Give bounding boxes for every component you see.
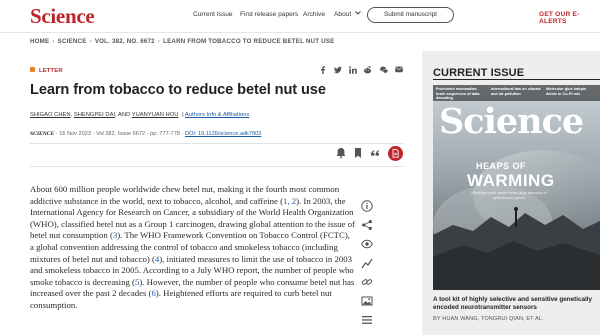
breadcrumb-current: LEARN FROM TOBACCO TO REDUCE BETEL NUT U… bbox=[163, 38, 335, 45]
cover-headline-1: HEAPS OF bbox=[476, 161, 527, 171]
page-range: pp. 777-778 bbox=[150, 131, 180, 137]
breadcrumb-home[interactable]: HOME bbox=[30, 38, 49, 45]
pdf-icon bbox=[392, 149, 399, 158]
author-link[interactable]: YUANYUAN HOU bbox=[132, 112, 179, 118]
issue-cover[interactable]: Prominent mammalian brain sequences of d… bbox=[433, 85, 600, 290]
cover-caption[interactable]: A tool kit of highly selective and sensi… bbox=[433, 296, 598, 312]
current-issue-heading: CURRENT ISSUE bbox=[433, 67, 525, 79]
bell-icon[interactable] bbox=[334, 146, 348, 160]
share-icon[interactable] bbox=[361, 219, 373, 231]
cover-teaser-2: International law on climate and air-pol… bbox=[491, 87, 541, 96]
twitter-icon[interactable] bbox=[334, 66, 342, 74]
bookmark-icon[interactable] bbox=[351, 146, 365, 160]
breadcrumb-separator: › bbox=[52, 38, 55, 45]
nav-about[interactable]: About bbox=[334, 11, 361, 18]
cover-masthead: Science bbox=[439, 101, 584, 142]
breadcrumb: HOME › SCIENCE › VOL. 382, NO. 6672 › LEARN FR… bbox=[30, 38, 334, 45]
authors-and: AND bbox=[117, 112, 131, 118]
meta-divider-top bbox=[30, 143, 404, 144]
breadcrumb-volume[interactable]: VOL. 382, NO. 6672 bbox=[95, 38, 155, 45]
nav-first-release[interactable]: First release papers bbox=[240, 11, 298, 18]
breadcrumb-separator: › bbox=[89, 38, 92, 45]
cover-authors: BY HUAN WANG, TONGRUI QIAN, ET AL. bbox=[433, 316, 544, 322]
header-divider bbox=[0, 32, 600, 33]
article-title: Learn from tobacco to reduce betel nut u… bbox=[30, 82, 326, 98]
nav-about-label: About bbox=[334, 11, 352, 18]
reddit-icon[interactable] bbox=[363, 66, 372, 74]
authors-info-link[interactable]: Authors Info & Affiliations bbox=[185, 112, 249, 118]
nav-archive[interactable]: Archive bbox=[303, 11, 325, 18]
authors-separator: | bbox=[182, 112, 184, 118]
reference-link[interactable]: 1, 2 bbox=[283, 196, 296, 206]
article-authors: SHIGAO CHEN, SHENGPEI DAI, AND YUANYUAN … bbox=[30, 112, 250, 118]
submit-manuscript-button[interactable]: Submit manuscript bbox=[367, 7, 454, 23]
image-icon[interactable] bbox=[361, 295, 373, 307]
metrics-icon[interactable] bbox=[361, 257, 373, 269]
facebook-icon[interactable] bbox=[319, 66, 327, 74]
article-body: About 600 million people worldwide chew … bbox=[30, 184, 355, 312]
author-link[interactable]: SHENGPEI DAI bbox=[74, 112, 115, 118]
article-type-label: LETTER bbox=[39, 68, 63, 74]
email-icon[interactable] bbox=[395, 66, 403, 73]
e-alerts-link[interactable]: GET OUR E-ALERTS bbox=[539, 11, 600, 25]
cover-subhead: Municipal solid waste emits large amount… bbox=[471, 191, 547, 200]
nav-current-issue[interactable]: Current Issue bbox=[193, 11, 233, 18]
author-link[interactable]: SHIGAO CHEN bbox=[30, 112, 71, 118]
info-icon[interactable] bbox=[361, 200, 373, 212]
cover-teaser-1: Prominent mammalian brain sequences of d… bbox=[436, 87, 480, 101]
breadcrumb-science[interactable]: SCIENCE bbox=[58, 38, 87, 45]
article-metadata: SCIENCE · 16 Nov 2023 · Vol 382, Issue 6… bbox=[30, 131, 261, 137]
cover-headline-2: WARMING bbox=[467, 171, 555, 190]
list-icon[interactable] bbox=[361, 314, 373, 326]
science-logo[interactable]: Science bbox=[30, 4, 95, 29]
linkedin-icon[interactable] bbox=[349, 66, 357, 74]
publication-date: 16 Nov 2023 bbox=[59, 131, 91, 137]
cover-teaser-3: Molecular glue hairpin divide in Cu-Pt m… bbox=[546, 87, 587, 96]
top-bar: Science Current Issue First release pape… bbox=[0, 0, 600, 32]
rail-divider bbox=[433, 79, 600, 80]
pdf-button[interactable] bbox=[388, 146, 403, 161]
link-icon[interactable] bbox=[361, 276, 373, 288]
cover-teasers: Prominent mammalian brain sequences of d… bbox=[433, 85, 600, 101]
side-tools bbox=[361, 200, 375, 333]
wechat-icon[interactable] bbox=[380, 66, 388, 74]
meta-divider-bottom bbox=[30, 166, 404, 167]
quote-icon[interactable] bbox=[368, 146, 382, 160]
journal-name: SCIENCE bbox=[30, 131, 55, 137]
eye-icon[interactable] bbox=[361, 238, 373, 250]
breadcrumb-separator: › bbox=[157, 38, 161, 45]
volume-issue: Vol 382, Issue 6672 bbox=[95, 131, 146, 137]
doi-link[interactable]: DOI: 10.1126/science.adk7903 bbox=[185, 131, 261, 137]
article-type-tag: LETTER bbox=[30, 67, 63, 74]
chevron-down-icon bbox=[355, 11, 361, 15]
access-icon bbox=[30, 67, 35, 72]
